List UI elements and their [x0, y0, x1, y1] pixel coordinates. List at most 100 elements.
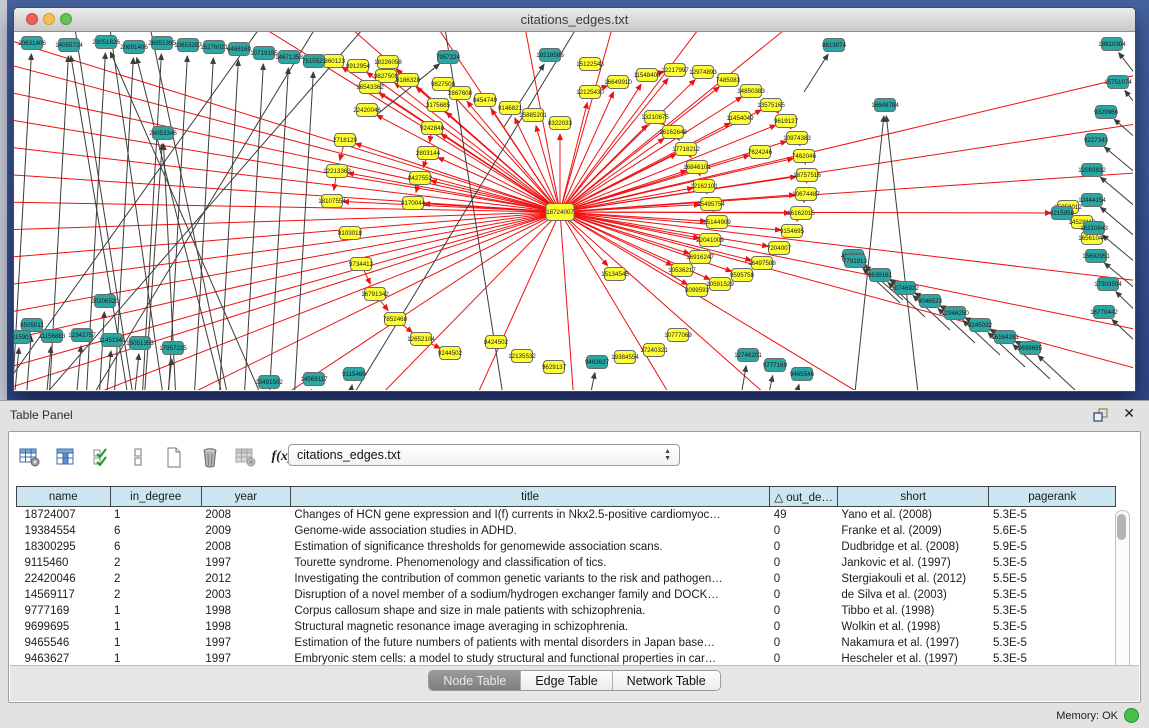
graph-node[interactable]: 9244502: [438, 347, 463, 360]
graph-node[interactable]: 11548408: [633, 69, 661, 82]
table-cell[interactable]: Structural magnetic resonance image aver…: [290, 619, 769, 635]
table-cell[interactable]: 14569117: [17, 587, 111, 603]
graph-node[interactable]: 16210643: [1080, 222, 1108, 235]
graph-node[interactable]: 16497588: [748, 257, 776, 270]
table-cell[interactable]: 1: [110, 603, 201, 619]
table-cell[interactable]: 0: [770, 523, 838, 539]
table-cell[interactable]: 2008: [201, 507, 290, 524]
graph-node[interactable]: 19384554: [611, 351, 639, 364]
table-row[interactable]: 1456911722003Disruption of a novel membe…: [17, 587, 1116, 603]
graph-edge[interactable]: [76, 346, 81, 390]
graph-node[interactable]: 7462046: [792, 150, 817, 163]
graph-node[interactable]: 15692951: [1082, 250, 1110, 263]
column-header-name[interactable]: name: [17, 487, 111, 507]
graph-node[interactable]: 14055724: [55, 39, 83, 52]
graph-node[interactable]: 12652104: [407, 333, 435, 346]
graph-edge[interactable]: [1125, 91, 1133, 127]
table-cell[interactable]: 0: [770, 619, 838, 635]
graph-node[interactable]: 19218586: [536, 49, 564, 62]
table-cell[interactable]: 5.3E-5: [989, 587, 1116, 603]
graph-node[interactable]: 15144909: [703, 216, 731, 229]
graph-node[interactable]: 3175685: [426, 99, 451, 112]
table-cell[interactable]: Disruption of a novel member of a sodium…: [290, 587, 769, 603]
table-cell[interactable]: 49: [770, 507, 838, 524]
graph-node[interactable]: 8099593: [685, 284, 710, 297]
graph-node[interactable]: 7957224: [436, 51, 461, 64]
graph-node[interactable]: 8322033: [548, 117, 573, 130]
graph-node[interactable]: 10746922: [891, 282, 919, 295]
graph-node[interactable]: 9242848: [420, 122, 445, 135]
graph-node[interactable]: 20631406: [18, 37, 46, 50]
graph-node[interactable]: 8103018: [338, 227, 363, 240]
graph-edge[interactable]: [269, 68, 288, 390]
graph-node[interactable]: 8424502: [484, 336, 509, 349]
graph-node[interactable]: 8454749: [473, 94, 498, 107]
graph-node[interactable]: 11454049: [726, 112, 754, 125]
graph-node[interactable]: 7791913: [843, 255, 868, 268]
graph-node[interactable]: 10674487: [792, 188, 820, 201]
graph-node[interactable]: 2803144: [416, 147, 441, 160]
table-cell[interactable]: 2003: [201, 587, 290, 603]
table-cell[interactable]: 5.5E-5: [989, 571, 1116, 587]
delete-table-button[interactable]: [197, 444, 223, 470]
graph-node[interactable]: 18226058: [374, 56, 402, 69]
table-cell[interactable]: Dudbridge et al. (2008): [837, 539, 989, 555]
table-cell[interactable]: 9465546: [17, 635, 111, 651]
graph-node[interactable]: 8186328: [396, 74, 421, 87]
table-cell[interactable]: 2012: [201, 571, 290, 587]
table-cell[interactable]: 6: [110, 523, 201, 539]
tab-network-table[interactable]: Network Table: [612, 671, 720, 690]
table-cell[interactable]: de Silva et al. (2003): [837, 587, 989, 603]
graph-node[interactable]: 15276021: [200, 41, 228, 54]
table-cell[interactable]: 9115460: [17, 555, 111, 571]
graph-node[interactable]: 15495754: [697, 198, 725, 211]
graph-node[interactable]: 23051826: [92, 36, 120, 49]
graph-node[interactable]: 9154695: [780, 225, 805, 238]
table-row[interactable]: 2242004622012Investigating the contribut…: [17, 571, 1116, 587]
table-cell[interactable]: 2009: [201, 523, 290, 539]
table-cell[interactable]: 5.3E-5: [989, 635, 1116, 651]
table-cell[interactable]: 1997: [201, 555, 290, 571]
graph-node[interactable]: 16649910: [604, 76, 632, 89]
table-header[interactable]: namein_degreeyeartitle△ out_de…shortpage…: [17, 487, 1116, 507]
table-cell[interactable]: Estimation of significance thresholds fo…: [290, 539, 769, 555]
table-cell[interactable]: 0: [770, 587, 838, 603]
table-cell[interactable]: 9699695: [17, 619, 111, 635]
graph-node[interactable]: 8813074: [822, 39, 847, 52]
graph-node[interactable]: 12093832: [1078, 164, 1106, 177]
graph-node[interactable]: 10974383: [783, 132, 811, 145]
graph-node[interactable]: 16162015: [787, 207, 815, 220]
graph-node[interactable]: 16162648: [659, 126, 687, 139]
column-header-title[interactable]: title: [290, 487, 769, 507]
graph-node[interactable]: 9699695: [1018, 342, 1043, 355]
table-row[interactable]: 969969511998Structural magnetic resonanc…: [17, 619, 1116, 635]
graph-edge[interactable]: [219, 60, 238, 390]
table-cell[interactable]: Estimation of the future numbers of pati…: [290, 635, 769, 651]
graph-node[interactable]: 9329966: [1094, 106, 1119, 119]
graph-node[interactable]: 15122543: [576, 58, 604, 71]
graph-node[interactable]: 13210675: [641, 111, 669, 124]
graph-node[interactable]: 12125430: [576, 86, 604, 99]
new-table-button[interactable]: [161, 444, 187, 470]
table-row[interactable]: 1938455462009Genome-wide association stu…: [17, 523, 1116, 539]
table-cell[interactable]: 2: [110, 555, 201, 571]
graph-node[interactable]: 12444154: [1078, 194, 1106, 207]
graph-node[interactable]: 9465546: [790, 368, 815, 381]
graph-node[interactable]: 9595758: [730, 269, 755, 282]
graph-edge[interactable]: [560, 212, 1133, 332]
graph-node[interactable]: 16543362: [356, 81, 384, 94]
window-titlebar[interactable]: citations_edges.txt: [14, 8, 1135, 32]
graph-node[interactable]: 7624246: [748, 146, 773, 159]
table-cell[interactable]: 19384554: [17, 523, 111, 539]
graph-node[interactable]: 17957225: [159, 342, 187, 355]
graph-node[interactable]: 2718120: [333, 134, 358, 147]
float-panel-icon[interactable]: [1093, 408, 1109, 422]
table-vertical-scrollbar[interactable]: [1115, 510, 1130, 672]
graph-edge[interactable]: [560, 170, 687, 212]
graph-node[interactable]: 8427552: [408, 172, 433, 185]
table-cell[interactable]: 6: [110, 539, 201, 555]
table-cell[interactable]: 5.6E-5: [989, 523, 1116, 539]
graph-node[interactable]: 26951395: [148, 37, 176, 50]
network-canvas[interactable]: 1872400798601238912954182260589827509165…: [14, 32, 1133, 390]
graph-edge[interactable]: [294, 72, 313, 390]
